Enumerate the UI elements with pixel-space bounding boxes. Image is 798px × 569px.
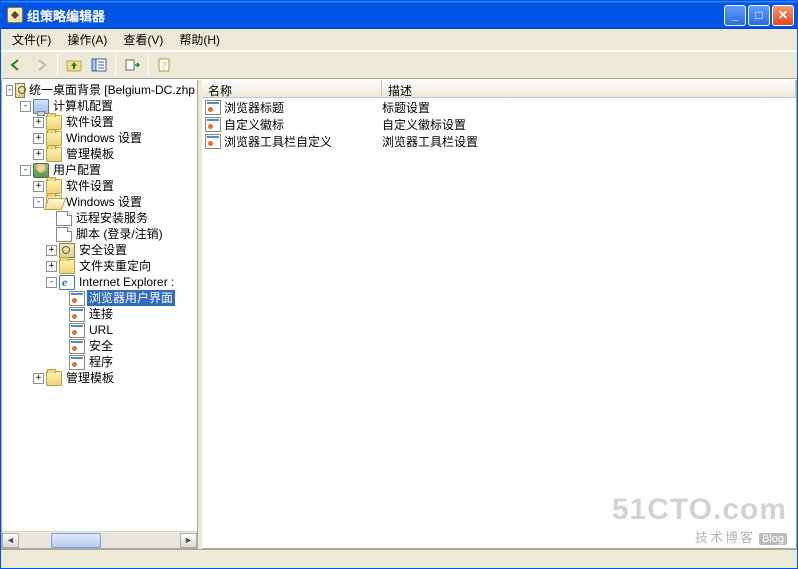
menu-action[interactable]: 操作(A) <box>60 29 114 50</box>
tree-browser-ui[interactable]: 浏览器用户界面 <box>2 290 197 306</box>
list-body[interactable]: 浏览器标题 标题设置 自定义徽标 自定义徽标设置 浏览器工具栏自定义 浏览器工具… <box>202 98 796 548</box>
folder-icon <box>46 179 62 194</box>
tree-item[interactable]: - Windows 设置 <box>2 194 197 210</box>
app-icon <box>7 7 23 23</box>
config-icon <box>69 291 85 306</box>
folder-icon <box>59 259 75 274</box>
tree-item[interactable]: + 安全设置 <box>2 242 197 258</box>
list-header: 名称 描述 <box>202 80 796 98</box>
up-folder-button[interactable] <box>63 54 85 76</box>
forward-button[interactable] <box>30 54 52 76</box>
app-window: 组策略编辑器 _ □ ✕ 文件(F) 操作(A) 查看(V) 帮助(H) <box>0 0 798 569</box>
page-icon <box>56 211 72 226</box>
config-icon <box>69 355 85 370</box>
tree-item[interactable]: URL <box>2 322 197 338</box>
toolbar-separator <box>148 54 149 76</box>
scroll-left-icon[interactable]: ◄ <box>2 533 19 548</box>
folder-icon <box>46 147 62 162</box>
tree-item[interactable]: + Windows 设置 <box>2 130 197 146</box>
up-folder-icon <box>66 58 82 72</box>
tree-computer-config[interactable]: - 计算机配置 <box>2 98 197 114</box>
config-icon <box>205 117 221 132</box>
tree-root[interactable]: - 统一桌面背景 [Belgium-DC.zhp <box>2 82 197 98</box>
list-item[interactable]: 浏览器标题 标题设置 <box>202 99 796 116</box>
config-icon <box>69 323 85 338</box>
config-icon <box>205 134 221 149</box>
toolbar: ? <box>1 51 797 79</box>
tree-item[interactable]: + 管理模板 <box>2 370 197 386</box>
scroll-thumb[interactable] <box>51 533 101 548</box>
window-controls: _ □ ✕ <box>724 5 794 26</box>
tree-pane-icon <box>91 58 107 72</box>
toolbar-separator <box>115 54 116 76</box>
tree-item[interactable]: + 文件夹重定向 <box>2 258 197 274</box>
arrow-left-icon <box>9 58 23 72</box>
tree-user-config[interactable]: - 用户配置 <box>2 162 197 178</box>
tree-item[interactable]: + 管理模板 <box>2 146 197 162</box>
menu-bar: 文件(F) 操作(A) 查看(V) 帮助(H) <box>1 29 797 51</box>
tree-view[interactable]: - 统一桌面背景 [Belgium-DC.zhp - 计算机配置 + 软件设置 <box>2 80 197 531</box>
show-tree-button[interactable] <box>88 54 110 76</box>
back-button[interactable] <box>5 54 27 76</box>
status-spacer <box>1 550 797 568</box>
folder-open-icon <box>46 195 62 210</box>
content-area: - 统一桌面背景 [Belgium-DC.zhp - 计算机配置 + 软件设置 <box>1 79 797 550</box>
tree-item[interactable]: + 软件设置 <box>2 114 197 130</box>
config-icon <box>69 339 85 354</box>
tree-item[interactable]: 远程安装服务 <box>2 210 197 226</box>
tree-item[interactable]: 程序 <box>2 354 197 370</box>
policy-icon <box>15 83 25 98</box>
folder-icon <box>46 115 62 130</box>
folder-icon <box>46 131 62 146</box>
export-list-button[interactable] <box>121 54 143 76</box>
window-title: 组策略编辑器 <box>27 6 724 25</box>
toolbar-separator <box>57 54 58 76</box>
scroll-right-icon[interactable]: ► <box>180 533 197 548</box>
tree-item[interactable]: + 软件设置 <box>2 178 197 194</box>
computer-icon <box>33 99 49 114</box>
tree-item[interactable]: 脚本 (登录/注销) <box>2 226 197 242</box>
user-icon <box>33 163 49 178</box>
close-button[interactable]: ✕ <box>772 5 794 26</box>
script-icon <box>56 227 72 242</box>
ie-icon <box>59 275 75 290</box>
folder-icon <box>46 371 62 386</box>
help-button[interactable]: ? <box>154 54 176 76</box>
menu-view[interactable]: 查看(V) <box>116 29 170 50</box>
scroll-track[interactable] <box>19 533 180 548</box>
export-list-icon <box>124 58 140 72</box>
menu-help[interactable]: 帮助(H) <box>172 29 227 50</box>
tree-hscrollbar[interactable]: ◄ ► <box>2 531 197 548</box>
help-icon: ? <box>157 58 173 72</box>
tree-item[interactable]: 连接 <box>2 306 197 322</box>
col-header-desc[interactable]: 描述 <box>382 80 796 97</box>
config-icon <box>205 100 221 115</box>
titlebar[interactable]: 组策略编辑器 _ □ ✕ <box>1 1 797 29</box>
tree-ie-maintenance[interactable]: - Internet Explorer : <box>2 274 197 290</box>
list-pane: 名称 描述 浏览器标题 标题设置 自定义徽标 自定义徽标设置 浏览器工具栏自定义 <box>202 80 797 549</box>
lock-icon <box>59 243 75 258</box>
list-item[interactable]: 自定义徽标 自定义徽标设置 <box>202 116 796 133</box>
config-icon <box>69 307 85 322</box>
svg-text:?: ? <box>162 61 167 72</box>
col-header-name[interactable]: 名称 <box>202 80 382 97</box>
tree-item[interactable]: 安全 <box>2 338 197 354</box>
minimize-button[interactable]: _ <box>724 5 746 26</box>
maximize-button[interactable]: □ <box>748 5 770 26</box>
menu-file[interactable]: 文件(F) <box>5 29 58 50</box>
arrow-right-icon <box>34 58 48 72</box>
tree-pane: - 统一桌面背景 [Belgium-DC.zhp - 计算机配置 + 软件设置 <box>1 80 198 549</box>
list-item[interactable]: 浏览器工具栏自定义 浏览器工具栏设置 <box>202 133 796 150</box>
